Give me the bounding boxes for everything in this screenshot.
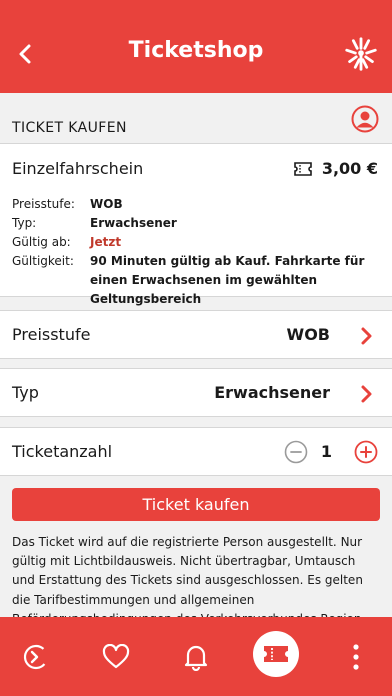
preisstufe-label: Preisstufe (12, 325, 91, 344)
detail-key: Typ: (12, 216, 37, 230)
detail-row: Gültig ab: Jetzt (12, 233, 374, 252)
app-header: Ticketshop (0, 0, 392, 93)
bottom-tab-bar (0, 617, 392, 696)
login-arrow-icon (23, 644, 49, 670)
ticket-icon (294, 161, 312, 176)
typ-value: Erwachsener (214, 383, 330, 402)
user-profile-icon[interactable] (351, 105, 379, 133)
detail-key: Gültigkeit: (12, 254, 74, 268)
ticket-price: 3,00 € (294, 159, 378, 178)
tab-favorites[interactable] (96, 637, 136, 677)
brand-logo-icon (345, 37, 377, 71)
typ-label: Typ (12, 383, 39, 402)
detail-value: 90 Minuten gültig ab Kauf. Fahrkarte für… (90, 254, 365, 306)
chevron-right-icon[interactable] (360, 384, 374, 404)
preisstufe-value: WOB (286, 325, 330, 344)
ticket-name: Einzelfahrschein (12, 159, 144, 178)
preisstufe-selector[interactable]: Preisstufe WOB (0, 310, 392, 359)
detail-row: Preisstufe: WOB (12, 195, 374, 214)
tab-tickets[interactable] (253, 631, 299, 677)
more-vertical-icon (353, 644, 359, 670)
price-value: 3,00 € (321, 159, 378, 178)
heart-icon (102, 644, 130, 669)
typ-selector[interactable]: Typ Erwachsener (0, 368, 392, 417)
detail-value: WOB (90, 197, 123, 211)
quantity-value: 1 (320, 442, 332, 461)
detail-key: Preisstufe: (12, 197, 75, 211)
detail-row: Gültigkeit: 90 Minuten gültig ab Kauf. F… (12, 252, 374, 309)
buy-ticket-button[interactable]: Ticket kaufen (12, 488, 380, 521)
section-title: TICKET KAUFEN (12, 120, 127, 136)
ticket-card: Einzelfahrschein 3,00 € Preisstufe: WOB … (0, 143, 392, 306)
ticket-details: Preisstufe: WOB Typ: Erwachsener Gültig … (12, 195, 374, 309)
detail-value: Erwachsener (90, 216, 177, 230)
detail-row: Typ: Erwachsener (12, 214, 374, 233)
detail-value: Jetzt (90, 235, 122, 249)
tab-more[interactable] (336, 637, 376, 677)
minus-circle-icon[interactable] (284, 440, 308, 464)
ticket-icon (264, 646, 288, 662)
quantity-label: Ticketanzahl (12, 442, 113, 461)
detail-key: Gültig ab: (12, 235, 71, 249)
tab-login[interactable] (16, 637, 56, 677)
chevron-right-icon[interactable] (360, 326, 374, 346)
ticket-quantity-row: Ticketanzahl 1 (0, 427, 392, 476)
section-header: TICKET KAUFEN (0, 93, 392, 143)
plus-circle-icon[interactable] (354, 440, 378, 464)
bell-icon (184, 645, 208, 671)
terms-info-text: Das Ticket wird auf die registrierte Per… (12, 535, 363, 617)
page-title: Ticketshop (128, 38, 264, 63)
tab-notifications[interactable] (176, 637, 216, 677)
